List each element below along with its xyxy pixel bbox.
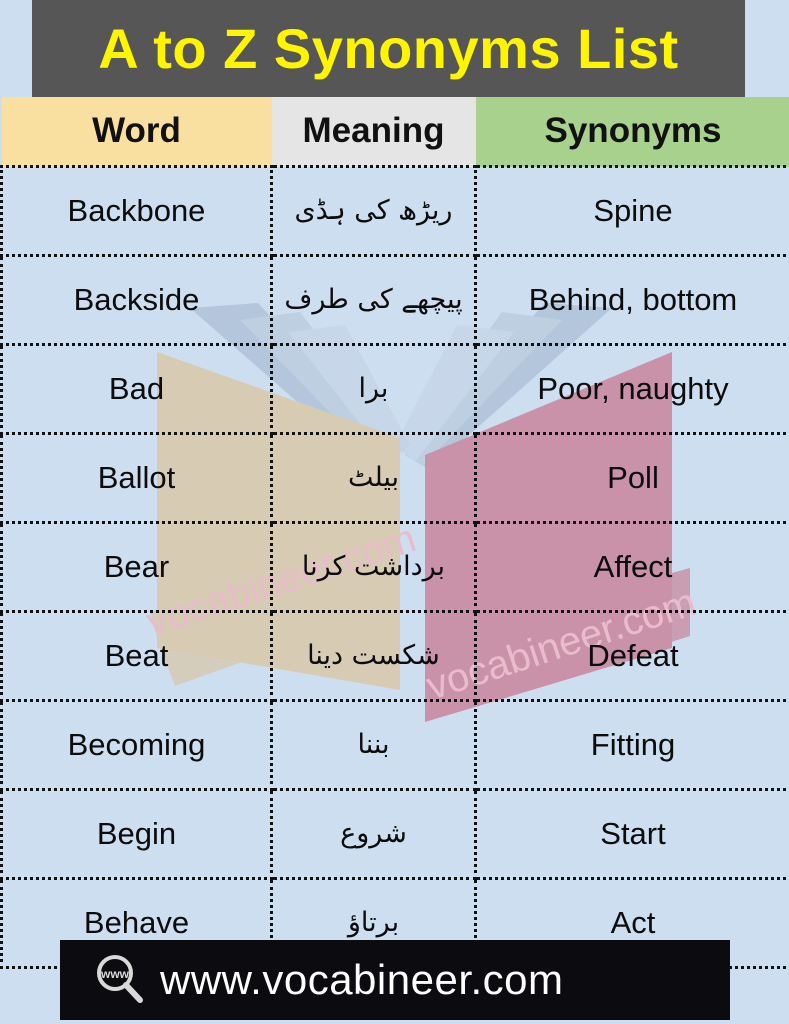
footer-website-url[interactable]: www.vocabineer.com xyxy=(160,956,564,1004)
word-text: Ballot xyxy=(97,460,176,495)
meaning-text-urdu: بیلٹ xyxy=(347,462,400,494)
poster-title-bar: A to Z Synonyms List xyxy=(32,0,745,97)
cell-word: Backbone xyxy=(0,165,273,257)
cell-meaning: بیلٹ xyxy=(270,432,477,524)
cell-word: Backside xyxy=(0,254,273,346)
table-row: Ballot بیلٹ Poll xyxy=(0,432,789,524)
synonyms-text: Poll xyxy=(607,460,659,495)
word-text: Beat xyxy=(104,638,169,673)
table-row: Begin شروع Start xyxy=(0,788,789,880)
cell-meaning: پیچھے کی طرف xyxy=(270,254,477,346)
cell-word: Beat xyxy=(0,610,273,702)
word-text: Backbone xyxy=(67,193,206,228)
table-row: Beat شکست دینا Defeat xyxy=(0,610,789,702)
meaning-text-urdu: برتاؤ xyxy=(347,907,400,939)
synonyms-text: Start xyxy=(600,816,666,851)
cell-synonyms: Affect xyxy=(474,521,789,613)
word-text: Becoming xyxy=(67,727,206,762)
cell-synonyms: Behind, bottom xyxy=(474,254,789,346)
word-text: Begin xyxy=(96,816,177,851)
cell-word: Begin xyxy=(0,788,273,880)
search-www-icon: www xyxy=(97,955,143,1003)
table-row: Backbone ریڑھ کی ہڈی Spine xyxy=(0,165,789,257)
cell-meaning: ریڑھ کی ہڈی xyxy=(270,165,477,257)
word-text: Bad xyxy=(108,371,165,406)
table-header-row: Word Meaning Synonyms xyxy=(1,97,789,167)
synonyms-text: Poor, naughty xyxy=(537,371,729,406)
cell-synonyms: Spine xyxy=(474,165,789,257)
cell-word: Bear xyxy=(0,521,273,613)
cell-synonyms: Defeat xyxy=(474,610,789,702)
poster-root: A to Z Synonyms List vocabineer.com voca… xyxy=(0,0,789,1024)
meaning-text-urdu: ریڑھ کی ہڈی xyxy=(294,195,453,227)
synonyms-text: Defeat xyxy=(587,638,679,673)
synonyms-text: Fitting xyxy=(590,727,676,762)
cell-meaning: برداشت کرنا xyxy=(270,521,477,613)
meaning-text-urdu: شکست دینا xyxy=(307,640,440,672)
cell-word: Ballot xyxy=(0,432,273,524)
footer-bar: www www.vocabineer.com xyxy=(60,940,730,1020)
table-row: Backside پیچھے کی طرف Behind, bottom xyxy=(0,254,789,346)
meaning-text-urdu: بننا xyxy=(357,729,390,761)
word-text: Backside xyxy=(73,282,200,317)
meaning-text-urdu: برداشت کرنا xyxy=(301,551,446,583)
table-row: Bad برا Poor, naughty xyxy=(0,343,789,435)
cell-synonyms: Poor, naughty xyxy=(474,343,789,435)
word-text: Bear xyxy=(103,549,170,584)
synonyms-table-body: Backbone ریڑھ کی ہڈی Spine Backside پیچھے کی… xyxy=(0,165,789,969)
svg-text:www: www xyxy=(100,967,130,981)
cell-meaning: شکست دینا xyxy=(270,610,477,702)
word-text: Behave xyxy=(83,905,190,940)
synonyms-text: Spine xyxy=(593,193,673,228)
synonyms-text: Behind, bottom xyxy=(528,282,738,317)
meaning-text-urdu: پیچھے کی طرف xyxy=(284,284,463,316)
table-row: Becoming بننا Fitting xyxy=(0,699,789,791)
cell-synonyms: Fitting xyxy=(474,699,789,791)
cell-meaning: شروع xyxy=(270,788,477,880)
column-header-meaning: Meaning xyxy=(271,97,476,167)
cell-meaning: بننا xyxy=(270,699,477,791)
cell-synonyms: Start xyxy=(474,788,789,880)
cell-word: Becoming xyxy=(0,699,273,791)
meaning-text-urdu: شروع xyxy=(340,818,407,850)
column-header-word: Word xyxy=(1,97,272,167)
column-header-synonyms: Synonyms xyxy=(475,97,789,167)
synonyms-text: Affect xyxy=(593,549,673,584)
page-title: A to Z Synonyms List xyxy=(98,16,679,80)
meaning-text-urdu: برا xyxy=(358,373,389,405)
table-row: Bear برداشت کرنا Affect xyxy=(0,521,789,613)
cell-word: Bad xyxy=(0,343,273,435)
synonyms-table: Word Meaning Synonyms Backbone ریڑھ کی ہڈ… xyxy=(0,97,789,969)
synonyms-text: Act xyxy=(610,905,656,940)
cell-meaning: برا xyxy=(270,343,477,435)
synonyms-table-wrapper: Word Meaning Synonyms Backbone ریڑھ کی ہڈ… xyxy=(0,97,789,969)
cell-synonyms: Poll xyxy=(474,432,789,524)
